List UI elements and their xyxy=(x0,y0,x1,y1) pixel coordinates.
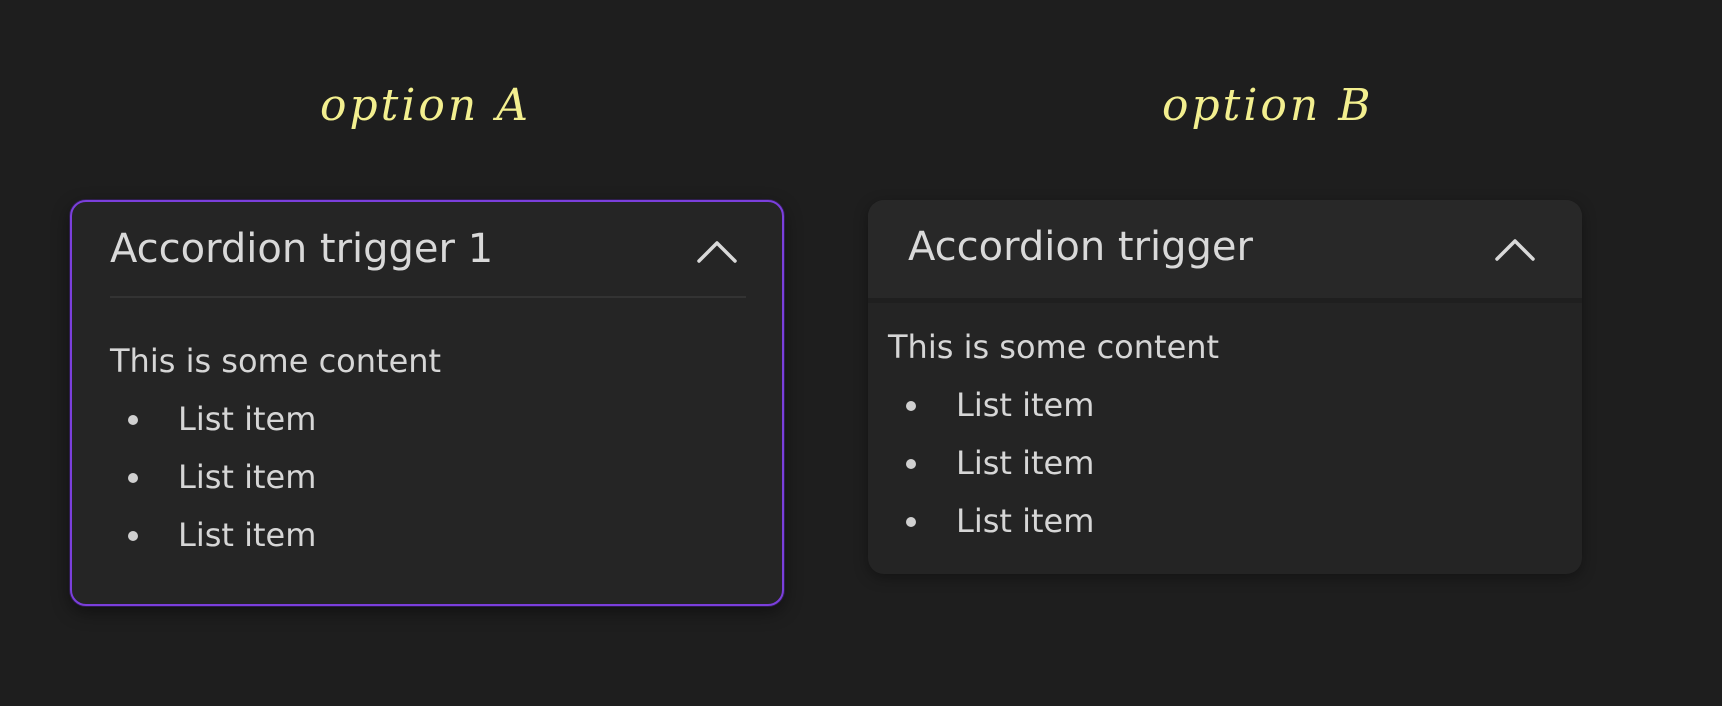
accordion-option-a: Accordion trigger 1 This is some content… xyxy=(70,200,784,606)
list-item: List item xyxy=(128,458,316,516)
chevron-up-icon[interactable] xyxy=(696,238,738,264)
bullet-icon xyxy=(906,517,916,527)
list-item-label: List item xyxy=(178,516,317,554)
list-item: List item xyxy=(128,516,316,574)
accordion-trigger-title: Accordion trigger 1 xyxy=(110,226,494,272)
list-item-label: List item xyxy=(956,444,1095,482)
list-item-label: List item xyxy=(178,458,317,496)
accordion-divider xyxy=(868,298,1582,303)
list-item: List item xyxy=(906,502,1094,560)
list-item: List item xyxy=(906,444,1094,502)
chevron-up-icon[interactable] xyxy=(1494,236,1536,262)
list-item: List item xyxy=(906,386,1094,444)
content-text: This is some content xyxy=(888,328,1220,366)
accordion-option-b: Accordion trigger This is some content L… xyxy=(868,200,1582,574)
bullet-icon xyxy=(906,401,916,411)
accordion-trigger-a[interactable]: Accordion trigger 1 xyxy=(72,202,782,300)
list-item: List item xyxy=(128,400,316,458)
content-list: List item List item List item xyxy=(128,400,316,574)
list-item-label: List item xyxy=(956,386,1095,424)
content-text: This is some content xyxy=(110,342,442,380)
accordion-divider xyxy=(110,296,746,298)
list-item-label: List item xyxy=(178,400,317,438)
option-b-label: option B xyxy=(1162,80,1374,131)
bullet-icon xyxy=(128,415,138,425)
list-item-label: List item xyxy=(956,502,1095,540)
bullet-icon xyxy=(128,473,138,483)
accordion-trigger-title: Accordion trigger xyxy=(908,224,1253,270)
bullet-icon xyxy=(906,459,916,469)
content-list: List item List item List item xyxy=(906,386,1094,560)
bullet-icon xyxy=(128,531,138,541)
accordion-trigger-b[interactable]: Accordion trigger xyxy=(868,200,1582,298)
option-a-label: option A xyxy=(320,80,531,131)
